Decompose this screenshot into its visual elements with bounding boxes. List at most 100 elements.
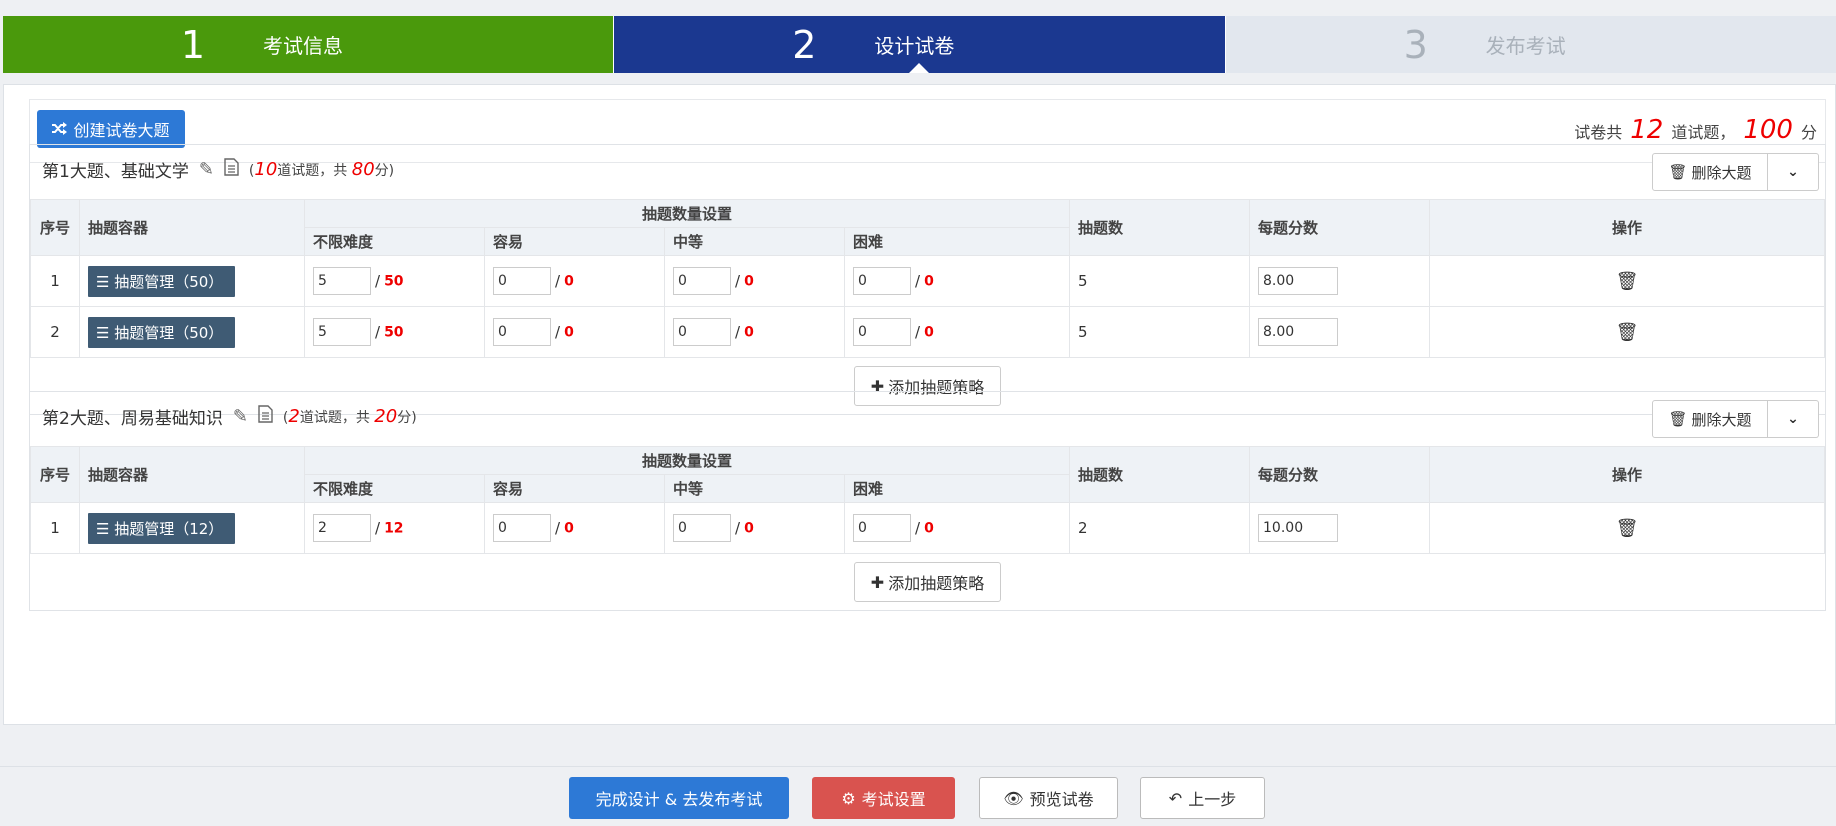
preview-label: 预览试卷 <box>1029 790 1094 809</box>
medium-max: 0 <box>744 273 754 290</box>
document-icon[interactable] <box>224 158 239 181</box>
col-any: 不限难度 <box>304 227 485 256</box>
col-container: 抽题容器 <box>79 446 305 503</box>
easy-max: 0 <box>564 273 574 290</box>
row-index: 2 <box>30 306 80 358</box>
trash-icon: 🗑 <box>1668 163 1688 181</box>
undo-arrow-icon: ↶ <box>1168 788 1183 808</box>
finish-design-button[interactable]: 完成设计 & 去发布考试 <box>569 777 789 819</box>
total-questions: 12 <box>1630 115 1664 145</box>
hard-max: 0 <box>924 273 934 290</box>
summary-mid: 道试题， <box>1671 123 1736 142</box>
footer-bar: 完成设计 & 去发布考试 ⚙ 考试设置 👁 预览试卷 ↶ 上一步 <box>0 766 1836 826</box>
medium-qty-input[interactable]: 0 <box>673 267 731 295</box>
preview-paper-button[interactable]: 👁 预览试卷 <box>979 777 1118 819</box>
hard-max: 0 <box>924 520 934 537</box>
any-qty-input[interactable]: 2 <box>313 514 371 542</box>
list-icon: ☰ <box>96 323 115 342</box>
col-easy: 容易 <box>484 227 665 256</box>
medium-max: 0 <box>744 520 754 537</box>
col-count: 抽题数 <box>1069 446 1251 503</box>
strategy-table: 序号 抽题容器 抽题数量设置 抽题数 每题分数 操作 不限难度 容易 中等 困难… <box>30 446 1825 554</box>
add-strategy-label: 添加抽题策略 <box>888 574 985 593</box>
col-medium: 中等 <box>664 474 845 503</box>
step-label: 发布考试 <box>1485 34 1566 58</box>
hard-qty-input[interactable]: 0 <box>853 514 911 542</box>
trash-icon[interactable]: 🗑 <box>1616 271 1639 292</box>
collapse-toggle-button[interactable]: ⌄ <box>1768 400 1819 438</box>
easy-max: 0 <box>564 520 574 537</box>
container-tag[interactable]: ☰ 抽题管理（50） <box>88 265 236 297</box>
any-qty-input[interactable]: 5 <box>313 318 371 346</box>
trash-icon[interactable]: 🗑 <box>1616 322 1639 343</box>
step-bar: 1 考试信息 2 设计试卷 3 发布考试 <box>3 16 1836 73</box>
finish-label: 完成设计 & 去发布考试 <box>595 790 763 809</box>
col-index: 序号 <box>30 446 80 503</box>
score-input[interactable]: 8.00 <box>1258 318 1339 346</box>
create-section-button[interactable]: 创建试卷大题 <box>37 110 185 148</box>
container-label: 抽题管理（12） <box>114 519 224 538</box>
step-design-paper[interactable]: 2 设计试卷 <box>613 16 1225 73</box>
section-count: (10道试题，共 80分) <box>249 159 394 180</box>
table-row: 1 ☰ 抽题管理（12） 2/12 0/0 0/0 0/0 2 10.00 🗑 <box>30 502 1825 554</box>
prev-label: 上一步 <box>1188 790 1237 809</box>
score-input[interactable]: 10.00 <box>1258 514 1339 542</box>
previous-step-button[interactable]: ↶ 上一步 <box>1140 777 1265 819</box>
score-input[interactable]: 8.00 <box>1258 267 1339 295</box>
add-strategy-button[interactable]: ✚ 添加抽题策略 <box>854 562 1001 602</box>
hard-qty-input[interactable]: 0 <box>853 267 911 295</box>
summary-prefix: 试卷共 <box>1574 123 1623 142</box>
shuffle-icon <box>52 120 68 139</box>
exam-settings-button[interactable]: ⚙ 考试设置 <box>812 777 955 819</box>
easy-max: 0 <box>564 324 574 341</box>
easy-qty-input[interactable]: 0 <box>493 514 551 542</box>
row-count: 2 <box>1069 502 1251 554</box>
table-row: 2 ☰ 抽题管理（50） 5/50 0/0 0/0 0/0 5 8.00 🗑 <box>30 306 1825 358</box>
col-any: 不限难度 <box>304 474 485 503</box>
question-section: 第1大题、基础文学 ✎ (10道试题，共 80分) 🗑 删除大题 ⌄ 序号 抽题容… <box>29 144 1826 415</box>
container-tag[interactable]: ☰ 抽题管理（50） <box>88 316 236 348</box>
any-max: 50 <box>384 273 404 290</box>
easy-qty-input[interactable]: 0 <box>493 318 551 346</box>
col-count: 抽题数 <box>1069 199 1251 256</box>
add-strategy-row: ✚ 添加抽题策略 <box>30 554 1825 610</box>
any-qty-input[interactable]: 5 <box>313 267 371 295</box>
section-header: 第2大题、周易基础知识 ✎ (2道试题，共 20分) 🗑 删除大题 ⌄ <box>30 392 1825 446</box>
section-count: (2道试题，共 20分) <box>283 406 417 427</box>
col-ops: 操作 <box>1429 446 1825 503</box>
medium-qty-input[interactable]: 0 <box>673 318 731 346</box>
trash-icon[interactable]: 🗑 <box>1616 518 1639 539</box>
delete-section-button[interactable]: 🗑 删除大题 <box>1652 400 1768 438</box>
step-label: 设计试卷 <box>874 34 955 58</box>
step-exam-info[interactable]: 1 考试信息 <box>3 16 614 73</box>
document-icon[interactable] <box>258 405 273 428</box>
collapse-toggle-button[interactable]: ⌄ <box>1768 153 1819 191</box>
delete-section-button[interactable]: 🗑 删除大题 <box>1652 153 1768 191</box>
container-label: 抽题管理（50） <box>114 272 224 291</box>
any-max: 50 <box>384 324 404 341</box>
question-section: 第2大题、周易基础知识 ✎ (2道试题，共 20分) 🗑 删除大题 ⌄ 序号 抽题… <box>29 391 1826 611</box>
step-number: 3 <box>1403 22 1428 67</box>
step-number: 1 <box>180 22 206 67</box>
settings-label: 考试设置 <box>861 790 926 809</box>
medium-qty-input[interactable]: 0 <box>673 514 731 542</box>
strategy-table: 序号 抽题容器 抽题数量设置 抽题数 每题分数 操作 不限难度 容易 中等 困难… <box>30 199 1825 358</box>
row-count: 5 <box>1069 255 1251 307</box>
list-icon: ☰ <box>96 519 115 538</box>
eye-icon: 👁 <box>1003 788 1024 808</box>
easy-qty-input[interactable]: 0 <box>493 267 551 295</box>
chevron-down-icon: ⌄ <box>1787 411 1799 427</box>
container-tag[interactable]: ☰ 抽题管理（12） <box>88 512 236 544</box>
col-medium: 中等 <box>664 227 845 256</box>
paper-summary: 试卷共 12 道试题， 100 分 <box>1574 115 1817 145</box>
col-easy: 容易 <box>484 474 665 503</box>
hard-qty-input[interactable]: 0 <box>853 318 911 346</box>
pencil-icon[interactable]: ✎ <box>199 159 214 180</box>
pencil-icon[interactable]: ✎ <box>233 406 248 427</box>
count-close: 分) <box>397 410 417 426</box>
col-container: 抽题容器 <box>79 199 305 256</box>
container-label: 抽题管理（50） <box>114 323 224 342</box>
create-section-label: 创建试卷大题 <box>73 121 170 140</box>
step-label: 考试信息 <box>263 34 343 58</box>
step-publish-exam[interactable]: 3 发布考试 <box>1224 16 1836 73</box>
